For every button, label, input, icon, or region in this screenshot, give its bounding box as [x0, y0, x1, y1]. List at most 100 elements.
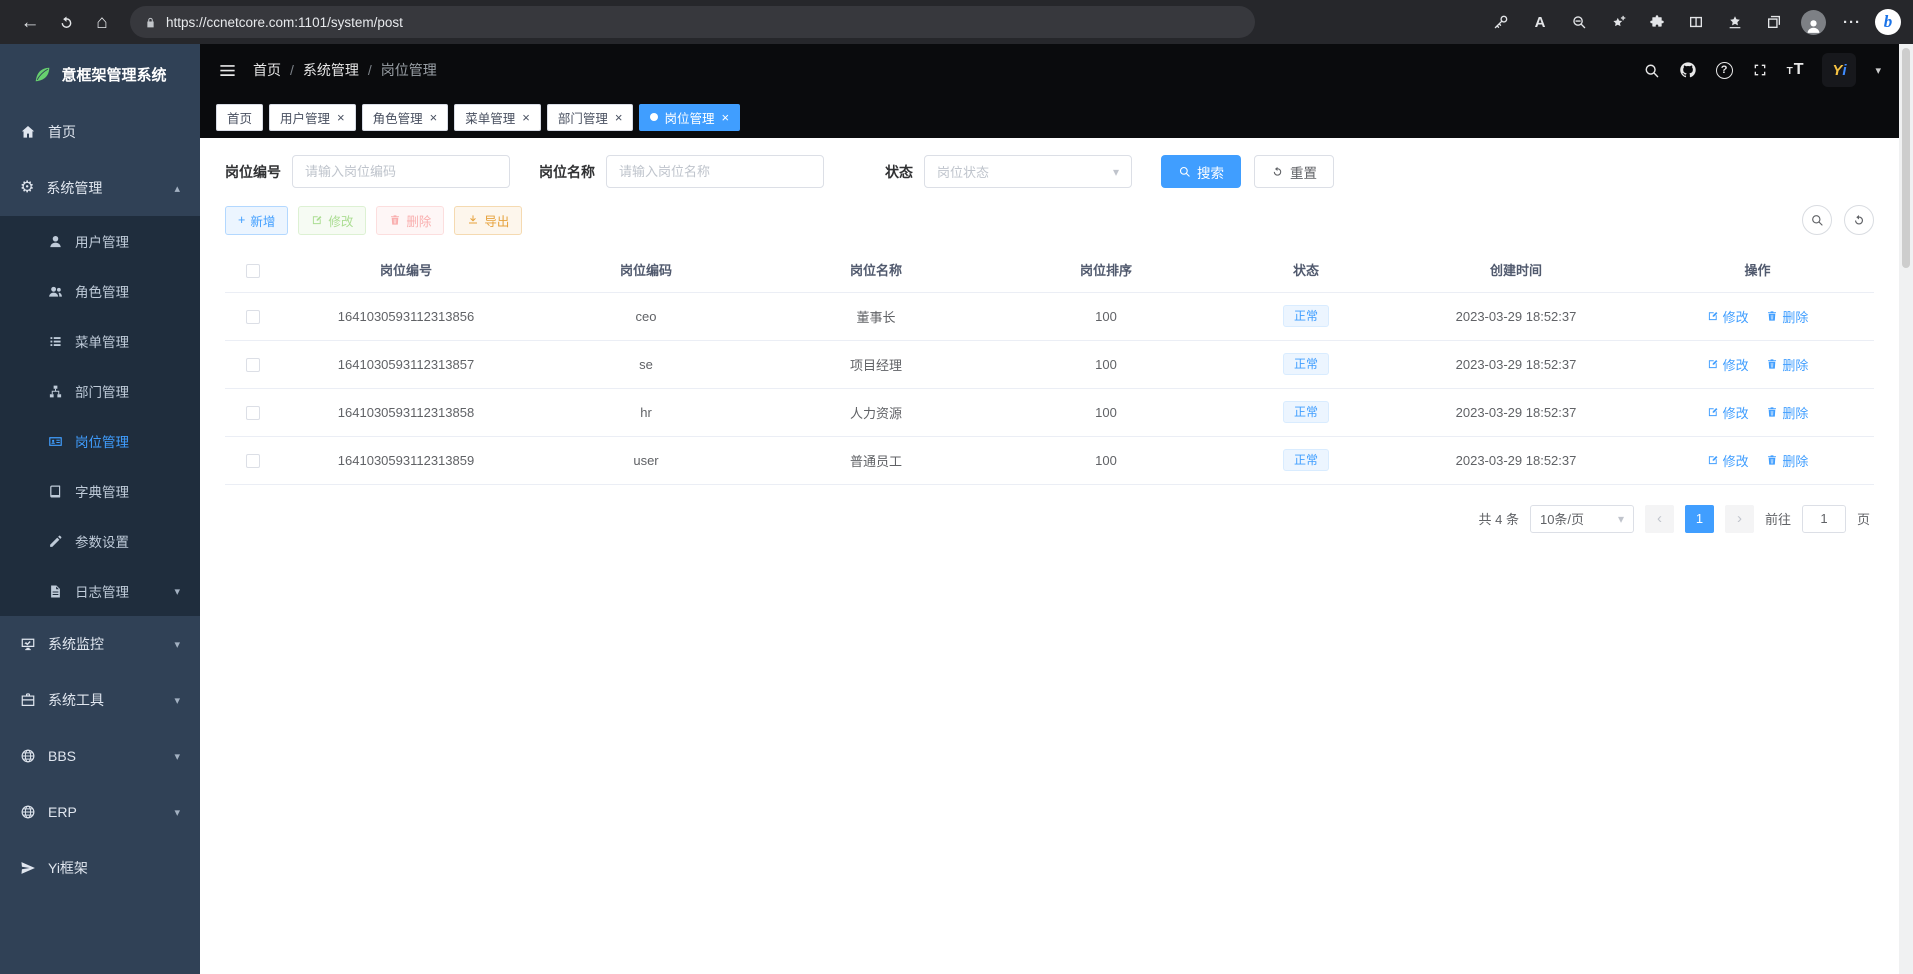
collections-icon[interactable]: [1758, 5, 1790, 39]
sidebar: 意框架管理系统 首页 ⚙ 系统管理 ▴ 用户管理: [0, 44, 200, 974]
breadcrumb-current: 岗位管理: [381, 60, 437, 80]
chevron-down-icon[interactable]: ▾: [1875, 64, 1881, 77]
url-bar[interactable]: https://ccnetcore.com:1101/system/post: [130, 6, 1255, 38]
tab-user-management[interactable]: 用户管理 ×: [269, 104, 356, 131]
add-button-label: 新增: [250, 211, 275, 230]
post-code-input[interactable]: [292, 155, 510, 188]
more-icon[interactable]: ···: [1836, 5, 1868, 39]
refresh-table-button[interactable]: [1844, 205, 1874, 235]
favorites-bar-icon[interactable]: [1719, 5, 1751, 39]
row-edit-button[interactable]: 修改: [1707, 403, 1749, 422]
chevron-down-icon: ▾: [174, 638, 180, 651]
book-icon: [48, 484, 63, 499]
export-button[interactable]: 导出: [454, 206, 522, 235]
row-delete-button[interactable]: 删除: [1766, 355, 1808, 374]
row-edit-button[interactable]: 修改: [1707, 355, 1749, 374]
tab-post-management[interactable]: 岗位管理 ×: [639, 104, 740, 131]
refresh-icon[interactable]: [48, 5, 84, 39]
sidebar-item-label: 部门管理: [75, 381, 129, 401]
sidebar-item-post-management[interactable]: 岗位管理: [0, 416, 200, 466]
sidebar-item-bbs[interactable]: BBS ▾: [0, 728, 200, 784]
app-logo[interactable]: 意框架管理系统: [0, 44, 200, 104]
cell-post-code: ceo: [531, 292, 761, 340]
extensions-icon[interactable]: [1641, 5, 1673, 39]
home-icon[interactable]: ⌂: [84, 5, 120, 39]
scrollbar-thumb[interactable]: [1902, 48, 1910, 268]
edit-icon: [1707, 454, 1719, 466]
column-post-code: 岗位编码: [531, 248, 761, 292]
sidebar-item-user-management[interactable]: 用户管理: [0, 216, 200, 266]
sidebar-item-home[interactable]: 首页: [0, 104, 200, 160]
sidebar-item-system-monitoring[interactable]: 系统监控 ▾: [0, 616, 200, 672]
sidebar-item-system-management[interactable]: ⚙ 系统管理 ▴: [0, 160, 200, 216]
reset-button[interactable]: 重置: [1254, 155, 1334, 188]
row-checkbox[interactable]: [246, 358, 260, 372]
search-button[interactable]: 搜索: [1161, 155, 1241, 188]
zoom-out-icon[interactable]: [1563, 5, 1595, 39]
sidebar-item-menu-management[interactable]: 菜单管理: [0, 316, 200, 366]
breadcrumb-home[interactable]: 首页: [253, 60, 281, 80]
row-checkbox[interactable]: [246, 454, 260, 468]
select-all-checkbox[interactable]: [246, 264, 260, 278]
cell-post-id: 1641030593112313858: [281, 388, 531, 436]
tab-close-icon[interactable]: ×: [337, 111, 345, 124]
github-icon[interactable]: [1679, 61, 1697, 79]
fullscreen-icon[interactable]: [1752, 62, 1768, 78]
cell-created: 2023-03-29 18:52:37: [1391, 436, 1641, 484]
sidebar-item-dict-management[interactable]: 字典管理: [0, 466, 200, 516]
tab-close-icon[interactable]: ×: [615, 111, 623, 124]
user-avatar[interactable]: Yi: [1822, 53, 1856, 87]
row-edit-button[interactable]: 修改: [1707, 451, 1749, 470]
user-icon: [48, 234, 63, 249]
menu-list-icon: [48, 334, 63, 349]
row-edit-button[interactable]: 修改: [1707, 307, 1749, 326]
status-badge: 正常: [1283, 353, 1329, 375]
tab-role-management[interactable]: 角色管理 ×: [362, 104, 449, 131]
page-size-select[interactable]: 10条/页 ▾: [1530, 505, 1634, 533]
hamburger-icon[interactable]: [218, 61, 237, 80]
edit-button[interactable]: 修改: [298, 206, 366, 235]
next-page-button[interactable]: ›: [1725, 505, 1754, 533]
back-icon[interactable]: ←: [12, 5, 48, 39]
post-name-input[interactable]: [606, 155, 824, 188]
prev-page-button[interactable]: ‹: [1645, 505, 1674, 533]
sidebar-item-yi-framework[interactable]: Yi框架: [0, 840, 200, 896]
split-screen-icon[interactable]: [1680, 5, 1712, 39]
page-scrollbar[interactable]: [1899, 44, 1913, 974]
goto-page-input[interactable]: [1802, 505, 1846, 533]
browser-profile-avatar[interactable]: [1797, 5, 1829, 39]
add-button[interactable]: + 新增: [225, 206, 288, 235]
sidebar-item-param-settings[interactable]: 参数设置: [0, 516, 200, 566]
text-size-icon[interactable]: TT: [1787, 61, 1804, 79]
sidebar-item-role-management[interactable]: 角色管理: [0, 266, 200, 316]
row-delete-button[interactable]: 删除: [1766, 307, 1808, 326]
delete-button[interactable]: 删除: [376, 206, 444, 235]
sidebar-item-system-tools[interactable]: 系统工具 ▾: [0, 672, 200, 728]
sidebar-item-dept-management[interactable]: 部门管理: [0, 366, 200, 416]
tab-close-icon[interactable]: ×: [721, 111, 729, 124]
favorites-add-icon[interactable]: [1602, 5, 1634, 39]
tab-home[interactable]: 首页: [216, 104, 263, 131]
password-key-icon[interactable]: [1485, 5, 1517, 39]
sidebar-item-log-management[interactable]: 日志管理 ▾: [0, 566, 200, 616]
sidebar-item-label: 菜单管理: [75, 331, 129, 351]
page-number-button[interactable]: 1: [1685, 505, 1714, 533]
search-icon[interactable]: [1643, 62, 1660, 79]
read-aloud-icon[interactable]: A: [1524, 5, 1556, 39]
row-delete-button[interactable]: 删除: [1766, 451, 1808, 470]
breadcrumb-system-management[interactable]: 系统管理: [303, 60, 359, 80]
row-checkbox[interactable]: [246, 406, 260, 420]
copilot-icon[interactable]: b: [1875, 9, 1901, 35]
tab-dept-management[interactable]: 部门管理 ×: [547, 104, 634, 131]
edit-button-label: 修改: [328, 211, 353, 230]
tab-menu-management[interactable]: 菜单管理 ×: [454, 104, 541, 131]
sidebar-item-erp[interactable]: ERP ▾: [0, 784, 200, 840]
row-delete-button[interactable]: 删除: [1766, 403, 1808, 422]
help-icon[interactable]: ?: [1716, 62, 1733, 79]
tab-close-icon[interactable]: ×: [430, 111, 438, 124]
breadcrumb-separator: /: [290, 62, 294, 78]
status-select[interactable]: 岗位状态 ▾: [924, 155, 1132, 188]
row-checkbox[interactable]: [246, 310, 260, 324]
tab-close-icon[interactable]: ×: [522, 111, 530, 124]
show-search-button[interactable]: [1802, 205, 1832, 235]
